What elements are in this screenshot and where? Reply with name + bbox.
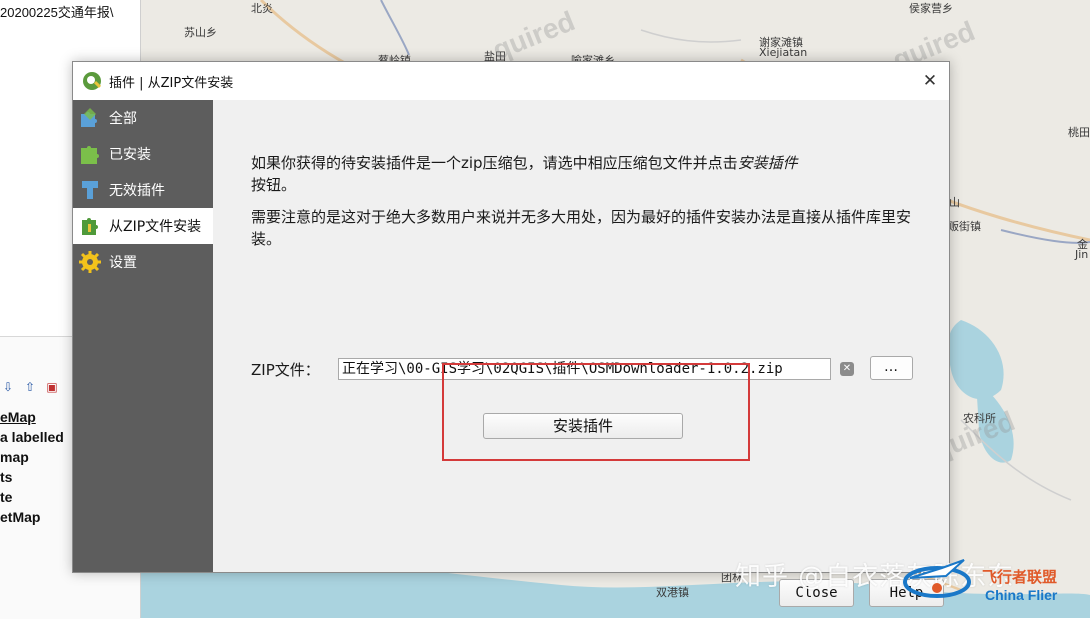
zip-file-label: ZIP文件： — [251, 361, 320, 379]
map-label: Xiejiatan — [759, 46, 808, 59]
railway-2 — [380, 0, 410, 56]
zip-install-icon — [77, 213, 103, 239]
gear-icon — [77, 249, 103, 275]
sidebar-item-label: 全部 — [109, 111, 137, 127]
zhihu-watermark: 知乎 @自衣落灰陈东东 — [735, 562, 1015, 592]
instructions-emphasis: 安装插件 — [737, 154, 798, 172]
plugin-sidebar: 全部 已安装 无效插件 从ZIP文件安装 设置 — [73, 100, 213, 572]
puzzle-installed-icon — [77, 141, 103, 167]
minor-road — [640, 29, 742, 43]
lake-area — [948, 320, 1004, 400]
sidebar-item-label: 已安装 — [109, 147, 151, 163]
browse-button[interactable]: … — [870, 356, 913, 380]
china-flier-cn-text: 飞行者联盟 — [982, 568, 1058, 586]
annotation-highlight-box — [442, 363, 750, 461]
close-icon[interactable]: ✕ — [919, 70, 941, 92]
dialog-titlebar[interactable]: 插件 | 从ZIP文件安装 ✕ — [73, 62, 949, 100]
clear-field-icon[interactable]: ✕ — [840, 362, 854, 376]
puzzle-all-icon — [77, 105, 103, 131]
sidebar-item-label: 无效插件 — [109, 183, 165, 199]
instructions-paragraph: 如果你获得的待安装插件是一个zip压缩包，请选中相应压缩包文件并点击安装插件 按… — [251, 152, 923, 196]
sidebar-item-installed[interactable]: 已安装 — [73, 136, 213, 172]
map-label: 双港镇 — [656, 586, 689, 599]
map-label: 贩街镇 — [948, 220, 981, 233]
instructions-text-end: 按钮。 — [251, 176, 297, 194]
qgis-logo-icon — [83, 72, 101, 90]
install-from-zip-panel: 如果你获得的待安装插件是一个zip压缩包，请选中相应压缩包文件并点击安装插件 按… — [213, 100, 949, 607]
map-label: 桃田 — [1068, 126, 1090, 139]
move-down-icon[interactable]: ⇩ — [0, 379, 16, 395]
china-flier-logo-icon — [903, 559, 971, 598]
sidebar-item-invalid[interactable]: 无效插件 — [73, 172, 213, 208]
sidebar-item-settings[interactable]: 设置 — [73, 244, 213, 280]
move-up-icon[interactable]: ⇧ — [22, 379, 38, 395]
map-label: 山 — [949, 196, 960, 209]
dialog-title: 插件 | 从ZIP文件安装 — [109, 75, 234, 91]
instructions-text: 如果你获得的待安装插件是一个zip压缩包，请选中相应压缩包文件并点击 — [251, 154, 738, 172]
plugin-install-dialog: 插件 | 从ZIP文件安装 ✕ 全部 已安装 无效插件 从ZIP文件安装 设置 … — [72, 61, 950, 607]
map-label: Jin — [1075, 248, 1089, 261]
sidebar-item-install-from-zip[interactable]: 从ZIP文件安装 — [73, 208, 213, 244]
sidebar-item-all[interactable]: 全部 — [73, 100, 213, 136]
map-label: 苏山乡 — [184, 26, 217, 39]
note-paragraph: 需要注意的是这对于绝大多数用户来说并无多大用处，因为最好的插件安装办法是直接从插… — [251, 208, 912, 248]
sidebar-item-label: 从ZIP文件安装 — [109, 219, 202, 235]
china-flier-en-text: China Flier — [985, 587, 1058, 603]
remove-layer-icon[interactable]: ▣ — [44, 379, 60, 395]
map-label: 北炎 — [251, 2, 273, 15]
layers-toolbar: ⇩ ⇧ ▣ — [0, 379, 60, 395]
project-path-text: 20200225交通年报\ — [0, 5, 114, 20]
invalid-plugin-icon — [77, 177, 103, 203]
map-label: 侯家营乡 — [909, 2, 953, 15]
sidebar-item-label: 设置 — [109, 255, 137, 271]
